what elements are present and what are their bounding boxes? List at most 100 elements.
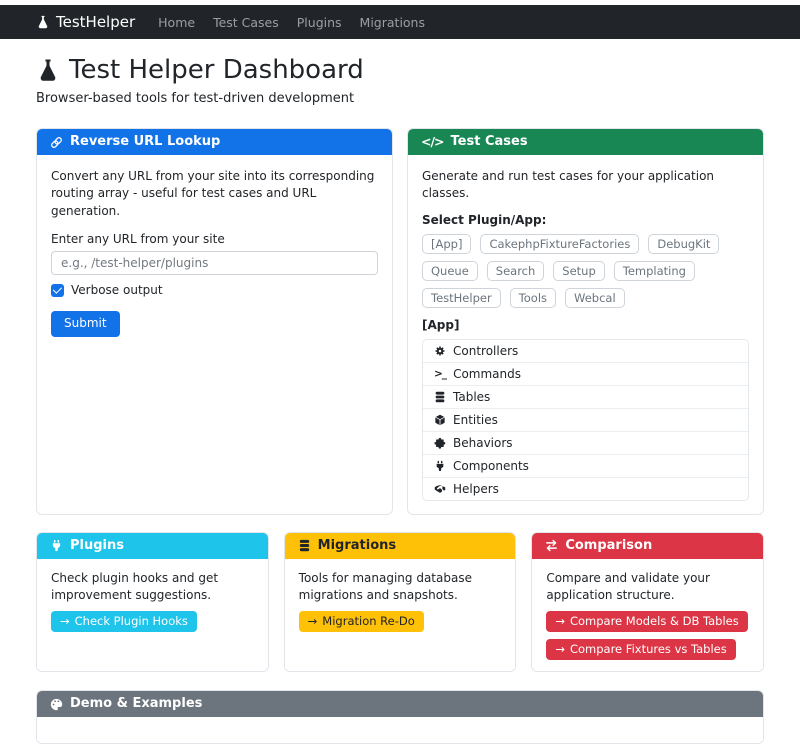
test-type-helpers[interactable]: Helpers: [423, 476, 748, 500]
check-plugin-hooks-label: Check Plugin Hooks: [74, 614, 188, 629]
reverse-url-card-body: Convert any URL from your site into its …: [37, 155, 392, 514]
url-input-label: Enter any URL from your site: [51, 232, 225, 247]
demo-examples-card-header: Demo & Examples: [37, 691, 763, 718]
plugin-button-testhelper[interactable]: TestHelper: [422, 287, 501, 308]
plug-icon: [50, 539, 63, 552]
comparison-card-header: Comparison: [532, 532, 763, 559]
demo-examples-title: Demo & Examples: [70, 696, 203, 712]
test-type-label: Entities: [453, 412, 498, 427]
database-icon: [434, 391, 446, 403]
compare-fixtures-vs-tables-button[interactable]: Compare Fixtures vs Tables: [546, 639, 736, 661]
test-type-tables[interactable]: Tables: [423, 384, 748, 408]
test-cases-card-body: Generate and run test cases for your app…: [408, 155, 763, 514]
puzzle-piece-icon: [434, 437, 446, 449]
plugin-button-queue[interactable]: Queue: [422, 260, 478, 281]
palette-icon: [50, 698, 63, 711]
plugin-button-templating[interactable]: Templating: [613, 260, 695, 281]
plugin-button-app[interactable]: [App]: [422, 233, 472, 254]
plugin-button-cakephpfixturefactories[interactable]: CakephpFixtureFactories: [480, 233, 640, 254]
verbose-checkbox-row: Verbose output: [51, 283, 378, 297]
comparison-card: Comparison Compare and validate your app…: [531, 531, 764, 673]
select-plugin-label: Select Plugin/App:: [422, 212, 547, 227]
migrations-description: Tools for managing database migrations a…: [298, 570, 472, 602]
test-type-label: Tables: [453, 389, 491, 404]
url-input[interactable]: [51, 251, 378, 276]
hands-helping-icon: [434, 483, 446, 495]
plugin-button-search[interactable]: Search: [486, 260, 545, 281]
test-type-label: Components: [453, 458, 529, 473]
check-plugin-hooks-button[interactable]: Check Plugin Hooks: [51, 611, 197, 633]
compare-models-db-tables-label: Compare Models & DB Tables: [569, 614, 739, 629]
reverse-url-description: Convert any URL from your site into its …: [51, 169, 375, 218]
top-cards-row: Reverse URL Lookup Convert any URL from …: [36, 128, 764, 515]
arrow-right-icon: [308, 614, 318, 629]
flask-icon: [36, 15, 50, 29]
migrations-card-header: Migrations: [284, 532, 516, 559]
test-type-commands[interactable]: >_ Commands: [423, 361, 748, 385]
nav-links: Home Test Cases Plugins Migrations: [149, 15, 434, 30]
test-type-behaviors[interactable]: Behaviors: [423, 430, 748, 454]
test-cases-title: Test Cases: [450, 134, 528, 149]
terminal-icon: >_: [434, 367, 447, 380]
migrations-card-title: Migrations: [317, 537, 397, 553]
test-type-list: Controllers >_ Commands Tables Entities …: [422, 338, 749, 501]
page-subtitle: Browser-based tools for test-driven deve…: [36, 91, 355, 106]
navbar-brand[interactable]: TestHelper: [36, 13, 135, 31]
migrations-card: Migrations Tools for managing database m…: [283, 531, 517, 673]
plugins-card-title: Plugins: [70, 537, 124, 553]
submit-button[interactable]: Submit: [51, 311, 120, 337]
comparison-description: Compare and validate your application st…: [546, 570, 710, 602]
main-content: Test Helper Dashboard Browser-based tool…: [0, 55, 800, 744]
plugin-button-debugkit[interactable]: DebugKit: [648, 233, 720, 254]
demo-examples-card-body: [37, 717, 763, 743]
comparison-button-stack: Compare Models & DB Tables Compare Fixtu…: [546, 611, 749, 661]
reverse-url-card: Reverse URL Lookup Convert any URL from …: [36, 128, 393, 515]
comparison-card-body: Compare and validate your application st…: [532, 559, 763, 671]
compare-fixtures-vs-tables-label: Compare Fixtures vs Tables: [569, 642, 727, 657]
test-type-label: Controllers: [453, 343, 519, 358]
plug-icon: [434, 460, 446, 472]
database-icon: [298, 539, 311, 552]
demo-examples-card: Demo & Examples: [36, 690, 764, 744]
migration-redo-button[interactable]: Migration Re-Do: [298, 611, 424, 633]
code-icon: </>: [421, 134, 444, 149]
test-type-components[interactable]: Components: [423, 453, 748, 477]
plugins-card: Plugins Check plugin hooks and get impro…: [36, 531, 269, 673]
plugin-button-tools[interactable]: Tools: [509, 287, 557, 308]
flask-icon: [36, 58, 60, 82]
plugin-button-setup[interactable]: Setup: [553, 260, 605, 281]
link-icon: [50, 136, 63, 149]
bottom-cards-row: Plugins Check plugin hooks and get impro…: [36, 531, 764, 673]
test-type-label: Commands: [453, 366, 521, 381]
navbar: TestHelper Home Test Cases Plugins Migra…: [0, 5, 800, 39]
comparison-card-title: Comparison: [565, 537, 653, 553]
test-cases-card: </> Test Cases Generate and run test cas…: [407, 128, 764, 515]
cube-icon: [434, 414, 446, 426]
test-cases-description: Generate and run test cases for your app…: [422, 169, 715, 201]
test-type-entities[interactable]: Entities: [423, 407, 748, 431]
nav-item-migrations[interactable]: Migrations: [351, 15, 434, 30]
nav-item-home[interactable]: Home: [149, 15, 204, 30]
arrow-right-icon: [555, 614, 565, 629]
plugins-card-body: Check plugin hooks and get improvement s…: [37, 559, 268, 671]
arrow-right-icon: [60, 614, 70, 629]
selected-app-heading: [App]: [422, 317, 460, 332]
nav-item-test-cases[interactable]: Test Cases: [204, 15, 288, 30]
test-type-controllers[interactable]: Controllers: [423, 339, 748, 362]
migration-redo-label: Migration Re-Do: [322, 614, 415, 629]
verbose-checkbox[interactable]: [51, 283, 64, 297]
nav-item-plugins[interactable]: Plugins: [288, 15, 351, 30]
test-type-label: Behaviors: [453, 435, 513, 450]
plugin-button-webcal[interactable]: Webcal: [565, 287, 625, 308]
page-title-text: Test Helper Dashboard: [69, 55, 364, 85]
plugins-card-header: Plugins: [37, 532, 268, 559]
verbose-checkbox-label: Verbose output: [71, 283, 163, 298]
compare-models-db-tables-button[interactable]: Compare Models & DB Tables: [546, 611, 748, 633]
arrow-right-icon: [555, 642, 565, 657]
exchange-icon: [545, 539, 558, 552]
migrations-card-body: Tools for managing database migrations a…: [285, 559, 516, 671]
reverse-url-card-header: Reverse URL Lookup: [37, 129, 392, 155]
page-title: Test Helper Dashboard: [36, 55, 764, 85]
reverse-url-title: Reverse URL Lookup: [70, 134, 221, 149]
brand-label: TestHelper: [56, 13, 136, 31]
